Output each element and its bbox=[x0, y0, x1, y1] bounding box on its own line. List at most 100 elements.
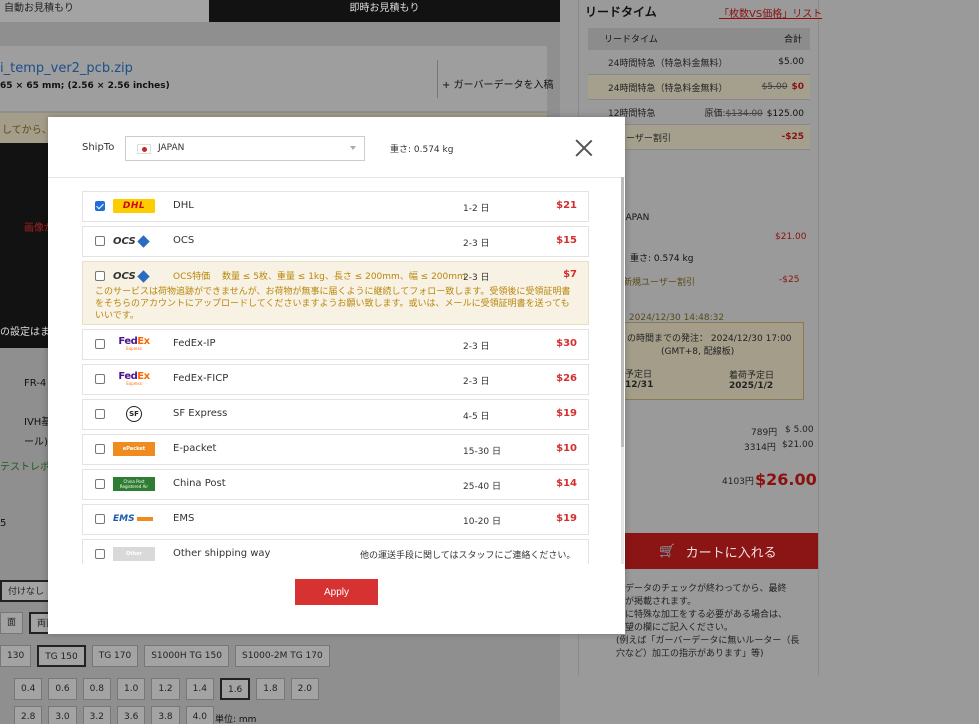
thickness-button[interactable]: 3.8 bbox=[151, 706, 180, 724]
price-list-link[interactable]: 「枚数VS価格」リスト bbox=[719, 5, 822, 20]
upload-gerber-link[interactable]: + ガーバーデータを入稿 bbox=[442, 76, 553, 91]
carrier-name: OCS bbox=[173, 235, 195, 246]
thickness-button[interactable]: 3.2 bbox=[82, 706, 111, 724]
option-button[interactable]: 面 bbox=[0, 612, 24, 634]
tg-button[interactable]: TG 170 bbox=[91, 645, 139, 667]
cube-icon bbox=[136, 269, 150, 283]
fedex-logo-icon: FedEx Express bbox=[113, 337, 155, 351]
option-label: 24時間特急（特急料金無料） bbox=[608, 83, 728, 94]
thickness-button[interactable]: 2.0 bbox=[290, 678, 319, 700]
option-button[interactable]: 付けなし bbox=[0, 580, 53, 602]
thickness-button[interactable]: 1.0 bbox=[116, 678, 146, 700]
carrier-price: $21 bbox=[556, 200, 577, 211]
tg-button[interactable]: S1000-2M TG 170 bbox=[234, 645, 330, 667]
carrier-row-ems[interactable]: EMS EMS 10-20 日 $19 bbox=[82, 504, 589, 535]
shipping-country: JAPAN bbox=[623, 213, 650, 223]
carrier-price: $19 bbox=[556, 513, 577, 524]
carrier-checkbox[interactable] bbox=[95, 479, 105, 489]
option-label: 24時間特急（特急料金無料） bbox=[608, 58, 728, 69]
carrier-row-epacket[interactable]: ePacket E-packet 15-30 日 $10 bbox=[82, 434, 589, 465]
thickness-button[interactable]: 4.0 bbox=[185, 706, 214, 724]
carrier-row-ocs[interactable]: OCS OCS 2-3 日 $15 bbox=[82, 226, 589, 257]
carrier-checkbox[interactable] bbox=[95, 236, 105, 246]
close-icon[interactable] bbox=[575, 139, 593, 157]
arrival-label: 着荷予定日 bbox=[729, 371, 775, 381]
carrier-row-ocs-special[interactable]: OCS OCS特価 数量 ≤ 5枚、重量 ≤ 1kg、長さ ≤ 200mm、幅 … bbox=[82, 261, 589, 325]
sum-label: 3314円 bbox=[744, 443, 776, 453]
sum-value: $ 5.00 bbox=[785, 425, 814, 435]
china-post-logo-icon: China Post Registered Air bbox=[113, 477, 155, 491]
thickness-row: 0.4 0.6 0.8 1.0 1.2 1.4 1.6 1.8 2.0 bbox=[14, 678, 319, 700]
carrier-price: $15 bbox=[556, 235, 577, 246]
carrier-row-china-post[interactable]: China Post Registered Air China Post 25-… bbox=[82, 469, 589, 500]
tab-instant-quote[interactable]: 即時お見積もり bbox=[209, 0, 560, 22]
ocs-logo-icon: OCS bbox=[113, 269, 155, 283]
cost-prefix: 原価: bbox=[704, 108, 726, 119]
carrier-price: $19 bbox=[556, 408, 577, 419]
order-notes: 稿データのチェックが終わってから、最終 格が掲載されます。 板に特殊な加工をする… bbox=[616, 583, 816, 661]
note-line: 要望の欄にご記入ください。 bbox=[616, 623, 733, 633]
logo-subtext: Express bbox=[126, 381, 142, 386]
note-line: 格が掲載されます。 bbox=[616, 597, 697, 607]
modal-header: ShipTo JAPAN 重さ: 0.574 kg bbox=[48, 117, 625, 177]
tab-auto-quote[interactable]: 自動お見積もり bbox=[0, 0, 209, 22]
japan-flag-icon bbox=[137, 144, 151, 154]
note-line: (例えば「ガーバーデータに無いルーター（長 bbox=[616, 636, 800, 646]
option-amount: $5.00 bbox=[778, 57, 804, 67]
carrier-row-other[interactable]: Other Other shipping way 他の運送手段に関してはスタッフ… bbox=[82, 539, 589, 564]
carrier-checkbox[interactable] bbox=[95, 374, 105, 384]
carrier-checkbox[interactable] bbox=[95, 444, 105, 454]
thickness-button[interactable]: 1.4 bbox=[185, 678, 214, 700]
carrier-checkbox[interactable] bbox=[95, 339, 105, 349]
tg-button[interactable]: 130 bbox=[0, 645, 32, 667]
original-price: $5.00 bbox=[761, 82, 788, 92]
file-dimensions: 65 × 65 mm; (2.56 × 2.56 inches) bbox=[0, 81, 170, 91]
thickness-button[interactable]: 0.6 bbox=[48, 678, 77, 700]
epacket-logo-icon: ePacket bbox=[113, 442, 155, 456]
carrier-price: $7 bbox=[563, 269, 577, 280]
lead-time-option[interactable]: 24時間特急（特急料金無料） $5.00 $0 bbox=[588, 75, 810, 100]
carrier-checkbox[interactable] bbox=[95, 549, 105, 559]
quote-tabs: 自動お見積もり 即時お見積もり bbox=[0, 0, 560, 22]
carrier-days: 10-20 日 bbox=[463, 517, 502, 527]
thickness-button[interactable]: 1.6 bbox=[219, 678, 251, 700]
thickness-button[interactable]: 3.6 bbox=[116, 706, 146, 724]
carrier-days: 15-30 日 bbox=[463, 447, 502, 457]
carrier-contact-note: 他の運送手段に関してはスタッフにご連絡ください。 bbox=[360, 551, 576, 561]
note-line: 穴など）加工の指示があります」等) bbox=[616, 649, 764, 659]
col-lead-time: リードタイム bbox=[604, 35, 658, 45]
sf-logo-icon: SF bbox=[113, 406, 155, 422]
carrier-days: 1-2 日 bbox=[463, 204, 490, 214]
carrier-row-fedex-ficp[interactable]: FedEx Express FedEx-FICP 2-3 日 $26 bbox=[82, 364, 589, 395]
carrier-checkbox[interactable] bbox=[95, 409, 105, 419]
carrier-name: FedEx-FICP bbox=[173, 373, 229, 384]
carrier-days: 2-3 日 bbox=[463, 239, 490, 249]
country-select[interactable]: JAPAN bbox=[125, 136, 365, 161]
thickness-button[interactable]: 2.8 bbox=[14, 706, 43, 724]
thickness-button[interactable]: 3.0 bbox=[48, 706, 77, 724]
thickness-button[interactable]: 1.2 bbox=[151, 678, 180, 700]
carrier-checkbox[interactable] bbox=[95, 514, 105, 524]
carrier-name: China Post bbox=[173, 478, 226, 489]
carrier-row-fedex-ip[interactable]: FedEx Express FedEx-IP 2-3 日 $30 bbox=[82, 329, 589, 360]
carrier-checkbox[interactable] bbox=[95, 201, 105, 211]
ocs-logo-icon: OCS bbox=[113, 234, 155, 248]
thickness-button[interactable]: 1.8 bbox=[256, 678, 285, 700]
thickness-button[interactable]: 0.4 bbox=[14, 678, 43, 700]
carrier-checkbox[interactable] bbox=[95, 271, 105, 281]
tg-button[interactable]: S1000H TG 150 bbox=[144, 645, 229, 667]
add-to-cart-button[interactable]: 🛒 カートに入れる bbox=[618, 533, 818, 569]
carrier-note: このサービスは荷物追跡ができませんが、お荷物が無事に届くように継続してフォロー致… bbox=[95, 287, 571, 321]
divider bbox=[48, 177, 625, 178]
carrier-row-sf[interactable]: SF SF Express 4-5 日 $19 bbox=[82, 399, 589, 430]
carrier-row-dhl[interactable]: DHL DHL 1-2 日 $21 bbox=[82, 191, 589, 222]
apply-button[interactable]: Apply bbox=[295, 579, 378, 605]
material-fr4[interactable]: FR-4 bbox=[24, 378, 46, 389]
tg-button[interactable]: TG 150 bbox=[37, 645, 86, 667]
thickness-button[interactable]: 0.8 bbox=[82, 678, 111, 700]
logo-text: China Post Registered Air bbox=[119, 479, 149, 489]
carrier-days: 2-3 日 bbox=[463, 273, 490, 283]
scrollbar-thumb[interactable] bbox=[621, 177, 624, 447]
lead-time-option[interactable]: 24時間特急（特急料金無料） $5.00 bbox=[588, 50, 810, 75]
fedex-logo-icon: FedEx Express bbox=[113, 372, 155, 386]
